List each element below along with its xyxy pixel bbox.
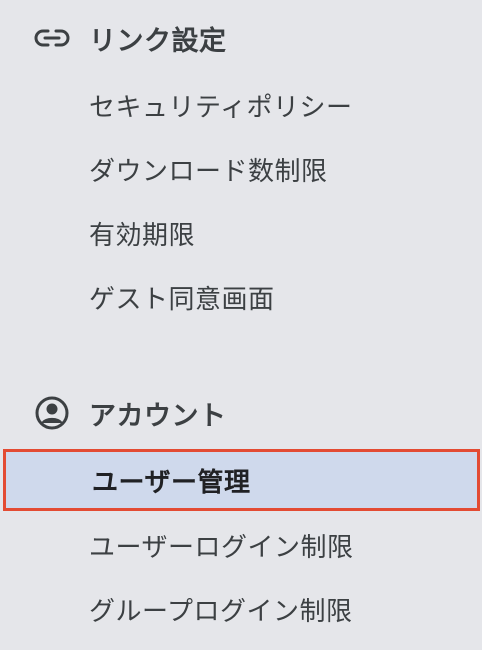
section-title: アカウント bbox=[89, 400, 227, 432]
sidebar-item-download-limit[interactable]: ダウンロード数制限 bbox=[0, 139, 482, 199]
sidebar-item-label: ユーザー管理 bbox=[92, 467, 251, 498]
link-icon bbox=[34, 20, 70, 56]
sidebar-item-label: ダウンロード数制限 bbox=[89, 156, 328, 187]
account-circle-icon bbox=[34, 395, 70, 431]
sidebar-item-label: ゲスト同意画面 bbox=[89, 284, 275, 315]
sidebar-item-label: ユーザーログイン制限 bbox=[89, 532, 354, 563]
sidebar-item-label: セキュリティポリシー bbox=[89, 92, 353, 123]
section-header-account[interactable]: アカウント bbox=[0, 388, 482, 438]
sidebar-item-expiration[interactable]: 有効期限 bbox=[0, 203, 482, 263]
sidebar-item-guest-consent[interactable]: ゲスト同意画面 bbox=[0, 267, 482, 327]
section-header-link-settings[interactable]: リンク設定 bbox=[0, 13, 482, 63]
sidebar-item-security-policy[interactable]: セキュリティポリシー bbox=[0, 75, 482, 135]
sidebar-item-label: 有効期限 bbox=[89, 220, 196, 251]
sidebar-item-label: グループログイン制限 bbox=[89, 596, 353, 627]
settings-sidebar: リンク設定 セキュリティポリシー ダウンロード数制限 有効期限 ゲスト同意画面 … bbox=[0, 0, 482, 650]
sidebar-item-group-login-restriction[interactable]: グループログイン制限 bbox=[0, 579, 482, 639]
sidebar-item-user-login-restriction[interactable]: ユーザーログイン制限 bbox=[0, 515, 482, 575]
section-title: リンク設定 bbox=[89, 25, 227, 57]
sidebar-item-user-management[interactable]: ユーザー管理 bbox=[3, 449, 480, 511]
